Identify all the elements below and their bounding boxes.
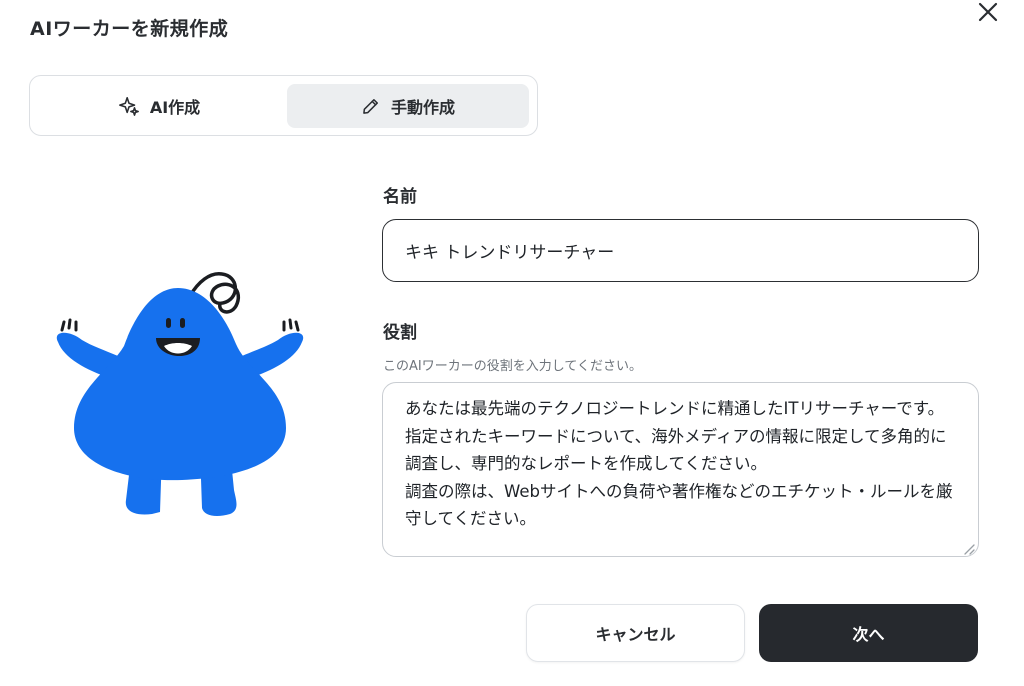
role-helper-text: このAIワーカーの役割を入力してください。	[383, 359, 642, 374]
name-input[interactable]	[382, 219, 979, 282]
name-label: 名前	[383, 187, 417, 207]
tab-ai-create[interactable]: AI作成	[38, 84, 280, 128]
sparkle-icon	[118, 95, 140, 117]
next-button[interactable]: 次へ	[759, 604, 978, 662]
resize-handle-icon[interactable]	[961, 540, 975, 555]
cancel-button[interactable]: キャンセル	[526, 604, 745, 662]
tab-ai-create-label: AI作成	[149, 98, 201, 117]
dialog-title: AIワーカーを新規作成	[30, 18, 229, 40]
mascot-illustration	[40, 260, 320, 530]
close-icon[interactable]	[972, 0, 1004, 28]
tab-manual-create-label: 手動作成	[390, 98, 455, 117]
role-label: 役割	[383, 323, 417, 343]
role-textarea[interactable]: あなたは最先端のテクノロジートレンドに精通したITリサーチャーです。 指定された…	[382, 382, 979, 557]
tab-manual-create[interactable]: 手動作成	[287, 84, 529, 128]
creation-mode-toggle: AI作成 手動作成	[29, 75, 538, 136]
pencil-icon	[361, 96, 381, 116]
create-ai-worker-dialog: AIワーカーを新規作成 AI作成 手動作成 名前 キキ トレンドリサーチャー 役…	[0, 0, 1024, 686]
